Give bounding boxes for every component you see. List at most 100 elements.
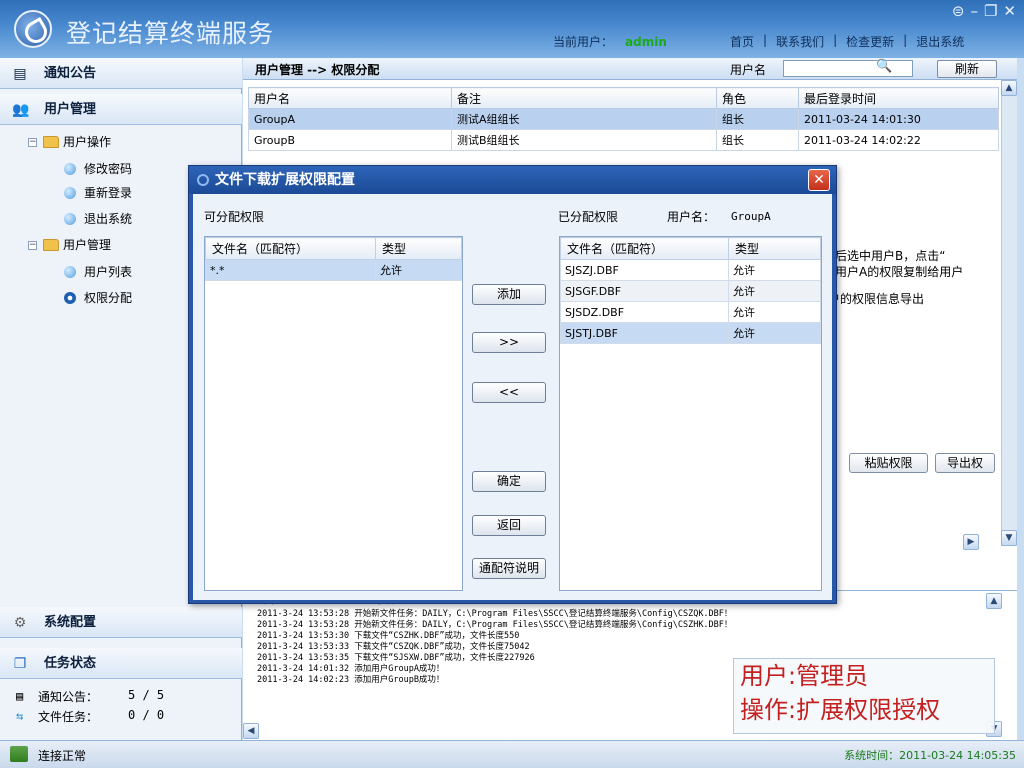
tree-item-relogin[interactable]: 重新登录 — [64, 183, 132, 203]
nav-home[interactable]: 首页 — [730, 33, 754, 50]
table-header-row: 文件名（匹配符） 类型 — [560, 237, 821, 260]
add-button[interactable]: 添加 — [472, 284, 546, 305]
users-icon: 👥 — [12, 102, 30, 118]
log-line: 2011-3-24 13:53:35 下载文件“SJSXW.DBF”成功，文件长… — [257, 653, 535, 663]
sidebar-header-label: 用户管理 — [44, 102, 97, 117]
bullet-icon — [64, 163, 76, 175]
bullet-icon — [64, 266, 76, 278]
column-header[interactable]: 类型 — [375, 237, 462, 260]
nav-separator: | — [763, 33, 768, 47]
tree-item-label: 退出系统 — [84, 212, 133, 226]
cell: 允许 — [728, 280, 821, 302]
lock-icon[interactable]: ⊜ — [952, 2, 965, 20]
paste-permission-button[interactable]: 粘贴权限 — [849, 453, 928, 473]
table-row[interactable]: *.* 允许 — [205, 259, 462, 281]
dialog-title-bar[interactable]: 文件下载扩展权限配置 — [189, 166, 836, 194]
column-header[interactable]: 类型 — [728, 237, 821, 260]
table-row[interactable]: GroupB 测试B组组长 组长 2011-03-24 14:02:22 — [248, 129, 999, 151]
table-row[interactable]: SJSTJ.DBF 允许 — [560, 322, 821, 344]
add-all-button[interactable]: >> — [472, 332, 546, 353]
dialog-app-icon — [197, 174, 209, 186]
cell: 组长 — [716, 129, 799, 151]
log-scroll-left-icon[interactable]: ◀ — [243, 723, 259, 739]
dialog-body: 可分配权限 已分配权限 用户名： GroupA 文件名（匹配符） 类型 *.* … — [193, 194, 832, 600]
nav-separator: | — [903, 33, 908, 47]
restore-icon[interactable]: ❐ — [984, 2, 997, 20]
wildcard-help-button[interactable]: 通配符说明 — [472, 558, 546, 579]
status-bar: 连接正常 系统时间：2011-03-24 14:05:35 — [0, 740, 1024, 768]
table-row[interactable]: GroupA 测试A组组长 组长 2011-03-24 14:01:30 — [248, 108, 999, 130]
log-line: 2011-3-24 14:01:32 添加用户GroupA成功！ — [257, 664, 445, 674]
column-header[interactable]: 角色 — [716, 87, 799, 109]
tree-item-change-password[interactable]: 修改密码 — [64, 159, 132, 179]
sidebar-header-sys-config[interactable]: ⚙ 系统配置 — [0, 607, 242, 638]
tree-item-label: 修改密码 — [84, 162, 133, 176]
cell: 2011-03-24 14:02:22 — [798, 129, 999, 151]
available-permissions-table: 文件名（匹配符） 类型 *.* 允许 — [204, 236, 463, 591]
column-header[interactable]: 备注 — [451, 87, 717, 109]
tree-item-user-list[interactable]: 用户列表 — [64, 262, 132, 282]
close-icon[interactable]: ✕ — [1003, 2, 1016, 20]
cell: 允许 — [728, 259, 821, 281]
ok-button[interactable]: 确定 — [472, 471, 546, 492]
task-status-notice: ▤ 通知公告： 5 / 5 — [16, 688, 164, 706]
log-line: 2011-3-24 13:53:28 开始新文件任务：DAILY，C:\Prog… — [257, 609, 733, 619]
nav-separator: | — [833, 33, 838, 47]
cell: 允许 — [728, 322, 821, 344]
system-time-value: 2011-03-24 14:05:35 — [899, 749, 1016, 762]
app-logo-icon — [14, 10, 52, 48]
minimize-icon[interactable]: – — [970, 2, 978, 20]
cell: GroupA — [248, 108, 452, 130]
tree-item-label: 用户列表 — [84, 265, 133, 279]
column-header[interactable]: 文件名（匹配符） — [560, 237, 729, 260]
export-permission-button[interactable]: 导出权 — [935, 453, 995, 473]
search-input[interactable] — [783, 60, 913, 77]
cell: 允许 — [728, 301, 821, 323]
remove-all-button[interactable]: << — [472, 382, 546, 403]
collapse-icon[interactable]: − — [28, 240, 37, 250]
scroll-down-icon[interactable]: ▼ — [1001, 530, 1017, 546]
table-row[interactable]: SJSGF.DBF 允许 — [560, 280, 821, 302]
column-header[interactable]: 文件名（匹配符） — [205, 237, 376, 260]
sidebar-header-user-mgmt[interactable]: 👥 用户管理 — [0, 94, 242, 125]
refresh-button[interactable]: 刷新 — [937, 60, 997, 78]
tree-group-user-mgmt[interactable]: − 用户管理 — [28, 235, 111, 255]
available-permissions-label: 可分配权限 — [204, 210, 265, 224]
top-nav: 首页 | 联系我们 | 检查更新 | 退出系统 — [730, 33, 964, 50]
main-vertical-scrollbar[interactable]: ▲ ▼ — [1001, 80, 1017, 546]
log-lines: 2011-3-24 13:53:28 开始新文件任务：DAILY，C:\Prog… — [257, 609, 732, 686]
search-icon[interactable]: 🔍 — [876, 59, 892, 74]
tree-group-user-ops[interactable]: − 用户操作 — [28, 132, 111, 152]
scroll-up-icon[interactable]: ▲ — [1001, 80, 1017, 96]
app-header: 登记结算终端服务 当前用户： admin 首页 | 联系我们 | 检查更新 | 退… — [0, 0, 1024, 58]
scroll-right-icon[interactable]: ▶ — [963, 534, 979, 550]
task-label: 通知公告： — [38, 690, 99, 704]
column-header[interactable]: 最后登录时间 — [798, 87, 999, 109]
tree-item-permission-assign[interactable]: 权限分配 — [64, 288, 132, 308]
table-row[interactable]: SJSDZ.DBF 允许 — [560, 301, 821, 323]
system-time-label: 系统时间： — [844, 749, 900, 762]
cell: SJSZJ.DBF — [560, 259, 729, 281]
notice-board-icon: ▤ — [13, 66, 27, 82]
tree-item-exit-system[interactable]: 退出系统 — [64, 209, 132, 229]
log-scroll-up-icon[interactable]: ▲ — [986, 593, 1002, 609]
dialog-close-button[interactable]: ✕ — [808, 169, 830, 191]
back-button[interactable]: 返回 — [472, 515, 546, 536]
collapse-icon[interactable]: − — [28, 137, 37, 147]
cell: 组长 — [716, 108, 799, 130]
sidebar-header-label: 通知公告 — [44, 66, 97, 81]
nav-check-update[interactable]: 检查更新 — [846, 33, 894, 50]
nav-exit[interactable]: 退出系统 — [916, 33, 964, 50]
column-header[interactable]: 用户名 — [248, 87, 452, 109]
assigned-permissions-label: 已分配权限 — [558, 210, 619, 224]
main-title-bar: 用户管理 --> 权限分配 用户名 🔍 刷新 — [243, 58, 1017, 80]
sidebar-header-notice[interactable]: ▤ 通知公告 — [0, 58, 242, 89]
nav-contact[interactable]: 联系我们 — [776, 33, 824, 50]
breadcrumb: 用户管理 --> 权限分配 — [255, 63, 380, 77]
task-count: 0 / 0 — [128, 708, 165, 722]
table-row[interactable]: SJSZJ.DBF 允许 — [560, 259, 821, 281]
app-title: 登记结算终端服务 — [66, 19, 275, 48]
cell: 2011-03-24 14:01:30 — [798, 108, 999, 130]
sidebar-header-task-status[interactable]: ❐ 任务状态 — [0, 648, 242, 679]
caption-line-user: 用户:管理员 — [740, 662, 869, 690]
